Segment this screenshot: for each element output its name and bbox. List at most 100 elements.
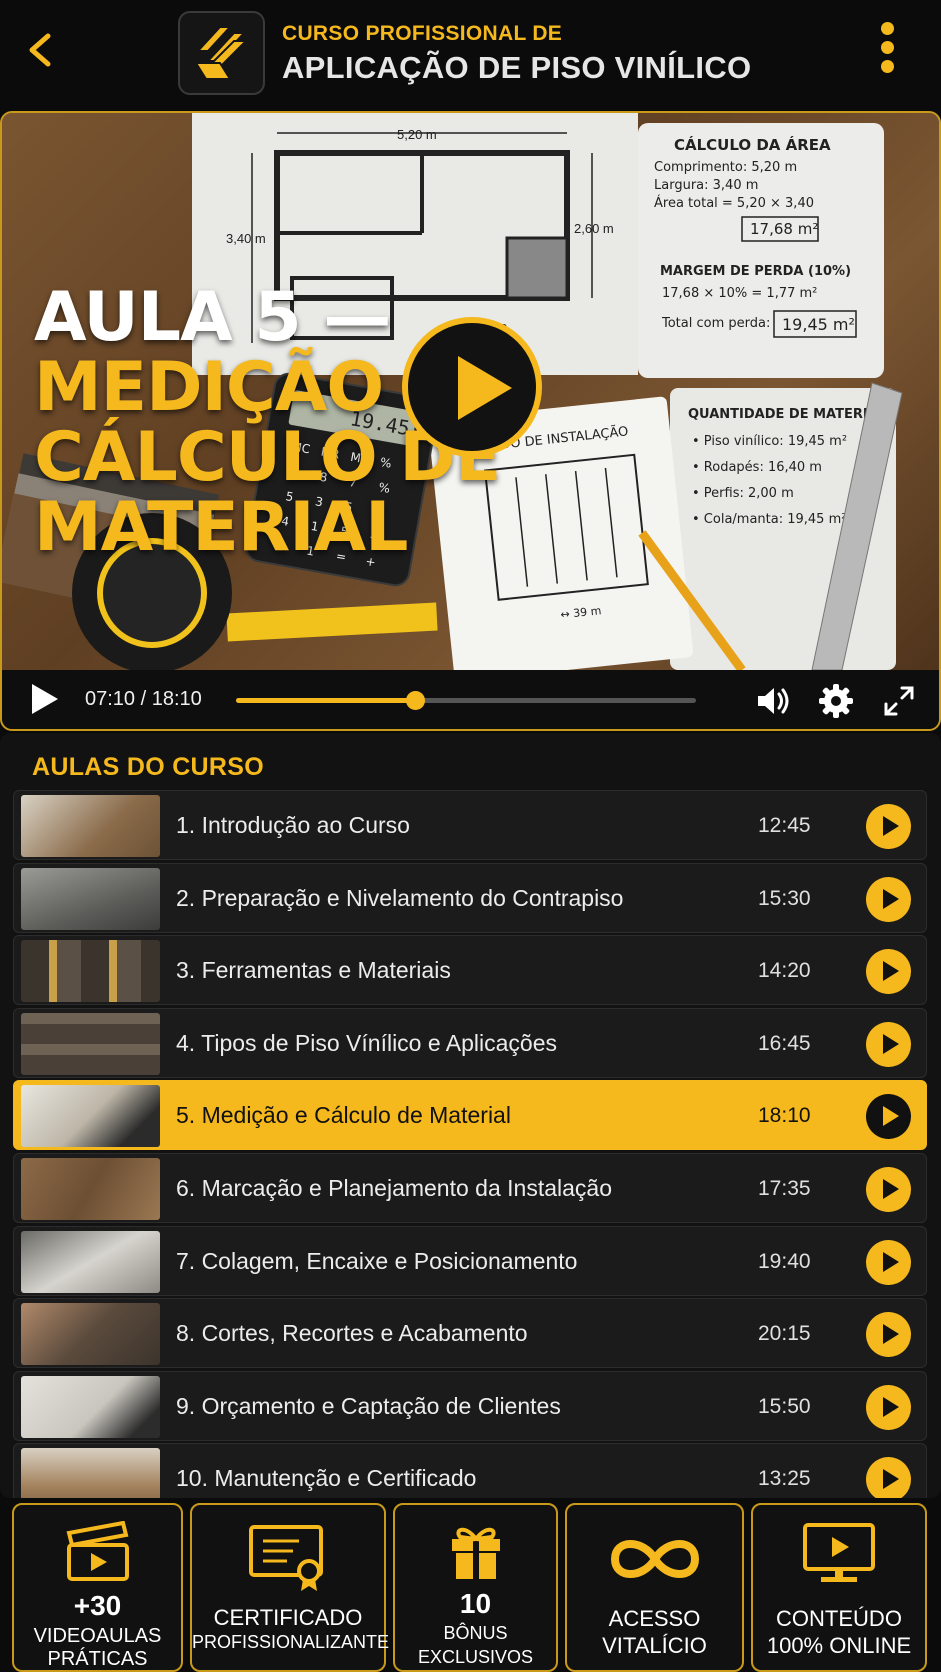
lesson-title: 8. Cortes, Recortes e Acabamento bbox=[176, 1320, 528, 1347]
infinity-icon bbox=[610, 1540, 699, 1578]
back-button[interactable] bbox=[22, 28, 62, 72]
qty-item-4: • Cola/manta: 19,45 m² bbox=[692, 512, 846, 527]
calc-card-title: CÁLCULO DA ÁREA bbox=[674, 135, 831, 154]
lesson-thumbnail bbox=[21, 1012, 160, 1075]
play-icon[interactable] bbox=[866, 1239, 911, 1285]
feature-label-2: PROFISSIONALIZANTE bbox=[192, 1632, 390, 1652]
more-menu-button[interactable] bbox=[872, 22, 902, 80]
qty-item-2: • Rodapés: 16,40 m bbox=[692, 460, 822, 475]
lesson-item-4[interactable]: 4. Tipos de Piso Vínílico e Aplicações 1… bbox=[13, 1007, 927, 1078]
overlay-line-4: MATERIAL bbox=[34, 488, 408, 568]
progress-handle[interactable] bbox=[406, 691, 426, 710]
video-player[interactable]: 5,20 m 2,60 m 3,40 m 4,80 CÁLCULO DA ÁRE… bbox=[0, 111, 941, 731]
lesson-item-1[interactable]: 1. Introdução ao Curso 12:45 bbox=[13, 790, 927, 860]
plan-height-label: 2,60 m bbox=[574, 221, 614, 236]
lesson-title: 5. Medição e Cálculo de Material bbox=[176, 1102, 511, 1129]
lesson-thumbnail bbox=[21, 1085, 160, 1148]
video-progress-bar[interactable] bbox=[236, 691, 696, 710]
lesson-item-5[interactable]: 5. Medição e Cálculo de Material 18:10 bbox=[13, 1080, 927, 1151]
lesson-duration: 18:10 bbox=[758, 1104, 811, 1128]
lesson-title: 9. Orçamento e Captação de Clientes bbox=[176, 1392, 561, 1419]
volume-icon bbox=[758, 688, 789, 714]
calc-line-1: Comprimento: 5,20 m bbox=[654, 160, 797, 175]
play-icon[interactable] bbox=[866, 1457, 911, 1498]
lesson-duration: 15:50 bbox=[758, 1394, 811, 1418]
feature-acesso: ACESSO VITALÍCIO bbox=[565, 1503, 744, 1672]
lesson-thumbnail bbox=[21, 1303, 160, 1366]
volume-button[interactable] bbox=[754, 682, 792, 720]
lesson-title: 1. Introdução ao Curso bbox=[176, 812, 410, 838]
feature-label-1: CERTIFICADO bbox=[213, 1605, 363, 1630]
lessons-panel: AULAS DO CURSO 1. Introdução ao Curso 12… bbox=[0, 733, 941, 1498]
play-icon[interactable] bbox=[866, 1384, 911, 1430]
lesson-duration: 17:35 bbox=[758, 1176, 811, 1200]
vinyl-planks-logo bbox=[193, 26, 248, 80]
header-subtitle: CURSO PROFISSIONAL DE bbox=[282, 22, 563, 45]
header-title: APLICAÇÃO DE PISO VINÍLICO bbox=[282, 50, 752, 85]
play-icon[interactable] bbox=[866, 949, 911, 995]
lesson-duration: 15:30 bbox=[758, 886, 811, 910]
fullscreen-button[interactable] bbox=[880, 682, 918, 720]
lesson-title: 3. Ferramentas e Materiais bbox=[176, 957, 451, 984]
feature-label-1: BÔNUS bbox=[443, 1623, 508, 1643]
play-icon[interactable] bbox=[866, 1094, 911, 1140]
lesson-duration: 12:45 bbox=[758, 814, 811, 837]
lesson-item-3[interactable]: 3. Ferramentas e Materiais 14:20 bbox=[13, 935, 927, 1006]
margin-title: MARGEM DE PERDA (10%) bbox=[660, 264, 851, 279]
lesson-item-9[interactable]: 9. Orçamento e Captação de Clientes 15:5… bbox=[13, 1370, 927, 1441]
settings-button[interactable] bbox=[817, 682, 855, 720]
feature-certificado: CERTIFICADO PROFISSIONALIZANTE bbox=[190, 1503, 390, 1672]
lesson-duration: 14:20 bbox=[758, 959, 811, 983]
app-header: CURSO PROFISSIONAL DE APLICAÇÃO DE PISO … bbox=[0, 0, 941, 108]
feature-videoaulas: +30 VIDEOAULAS PRÁTICAS bbox=[12, 1503, 183, 1672]
plan-width-label: 5,20 m bbox=[397, 127, 437, 142]
feature-label-2: VITALÍCIO bbox=[602, 1633, 707, 1658]
play-icon[interactable] bbox=[866, 1312, 911, 1358]
lesson-list: 1. Introdução ao Curso 12:45 2. Preparaç… bbox=[13, 790, 927, 1498]
play-icon[interactable] bbox=[866, 1021, 911, 1067]
fullscreen-icon bbox=[884, 686, 914, 716]
monitor-play-icon bbox=[803, 1523, 875, 1582]
lesson-duration: 19:40 bbox=[758, 1249, 811, 1273]
calc-line-2: Largura: 3,40 m bbox=[654, 178, 758, 193]
feature-label-1: VIDEOAULAS bbox=[33, 1625, 162, 1647]
lesson-duration: 20:15 bbox=[758, 1322, 811, 1346]
lesson-item-7[interactable]: 7. Colagem, Encaixe e Posicionamento 19:… bbox=[13, 1225, 927, 1296]
feature-bonus: 10 BÔNUS EXCLUSIVOS bbox=[393, 1503, 558, 1672]
feature-count: +30 bbox=[73, 1590, 122, 1621]
progress-fill bbox=[236, 698, 416, 703]
certificate-icon bbox=[249, 1525, 323, 1591]
play-icon[interactable] bbox=[32, 684, 58, 714]
video-play-button[interactable] bbox=[402, 317, 542, 457]
course-features: +30 VIDEOAULAS PRÁTICAS CERTIFICADO PROF… bbox=[0, 1503, 941, 1672]
feature-online: CONTEÚDO 100% ONLINE bbox=[751, 1503, 927, 1672]
play-icon[interactable] bbox=[866, 804, 911, 849]
lesson-title: 7. Colagem, Encaixe e Posicionamento bbox=[176, 1247, 578, 1274]
feature-label-1: ACESSO bbox=[608, 1606, 701, 1631]
feature-count: 10 bbox=[459, 1588, 492, 1619]
lesson-duration: 16:45 bbox=[758, 1031, 811, 1055]
play-icon[interactable] bbox=[866, 1166, 911, 1212]
lesson-item-6[interactable]: 6. Marcação e Planejamento da Instalação… bbox=[13, 1152, 927, 1223]
video-thumbnail: 5,20 m 2,60 m 3,40 m 4,80 CÁLCULO DA ÁRE… bbox=[2, 113, 939, 670]
play-icon[interactable] bbox=[866, 876, 911, 922]
clapperboard-icon bbox=[66, 1521, 129, 1581]
lesson-thumbnail bbox=[21, 1448, 160, 1498]
feature-label-2: 100% ONLINE bbox=[766, 1633, 912, 1658]
video-time: 07:10 / 18:10 bbox=[85, 688, 202, 710]
feature-label-1: CONTEÚDO bbox=[776, 1606, 902, 1631]
lesson-title: 4. Tipos de Piso Vínílico e Aplicações bbox=[176, 1029, 557, 1056]
lesson-thumbnail bbox=[21, 940, 160, 1003]
margin-total: 19,45 m² bbox=[782, 315, 855, 334]
lesson-thumbnail bbox=[21, 1157, 160, 1220]
plan-left-label: 3,40 m bbox=[226, 231, 266, 246]
lesson-item-8[interactable]: 8. Cortes, Recortes e Acabamento 20:15 bbox=[13, 1298, 927, 1369]
course-logo bbox=[178, 11, 265, 95]
lesson-thumbnail bbox=[21, 795, 160, 857]
lesson-item-2[interactable]: 2. Preparação e Nivelamento do Contrapis… bbox=[13, 862, 927, 933]
lesson-title: 10. Manutenção e Certificado bbox=[176, 1465, 477, 1492]
kebab-dot bbox=[880, 60, 894, 73]
kebab-menu-icon bbox=[880, 22, 894, 35]
lesson-title: 6. Marcação e Planejamento da Instalação bbox=[176, 1174, 612, 1201]
lesson-item-10[interactable]: 10. Manutenção e Certificado 13:25 bbox=[13, 1443, 927, 1498]
